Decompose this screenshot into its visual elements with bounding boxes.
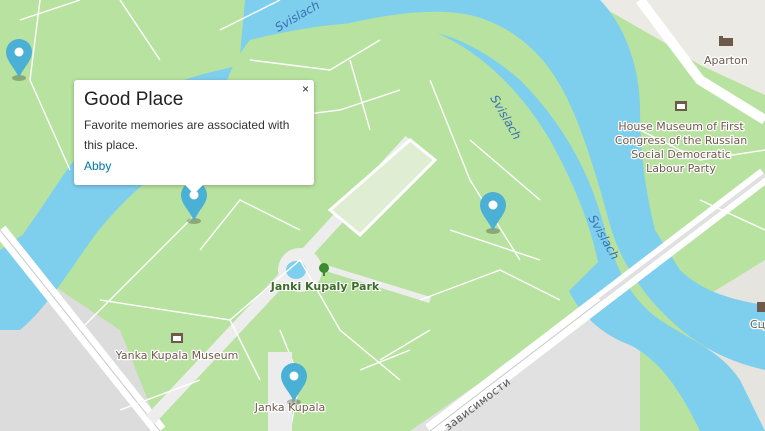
popup-author-link[interactable]: Abby: [84, 156, 111, 176]
house-museum-label-line3: Social Democratic: [631, 148, 731, 161]
house-museum-label-line1: House Museum of First: [618, 120, 744, 133]
museum-icon: [757, 302, 765, 312]
close-icon[interactable]: ×: [302, 82, 309, 96]
marker-popup: × Good Place Favorite memories are assoc…: [74, 80, 314, 194]
house-museum-label-line4: Labour Party: [646, 162, 716, 175]
house-museum-label-line2: Congress of the Russian: [615, 134, 747, 147]
edge-label: Сц: [750, 318, 765, 331]
map-canvas[interactable]: Svislach Svislach Svislach Aparton House…: [0, 0, 765, 431]
yanka-kupala-museum-label: Yanka Kupala Museum: [115, 349, 239, 362]
aparton-label: Aparton: [704, 54, 748, 67]
park-label: Janki Kupaly Park: [270, 280, 380, 293]
museum-icon: [171, 333, 183, 343]
popup-description: Favorite memories are associated with th…: [84, 118, 290, 152]
popup-title: Good Place: [84, 89, 184, 110]
museum-icon: [675, 101, 687, 111]
